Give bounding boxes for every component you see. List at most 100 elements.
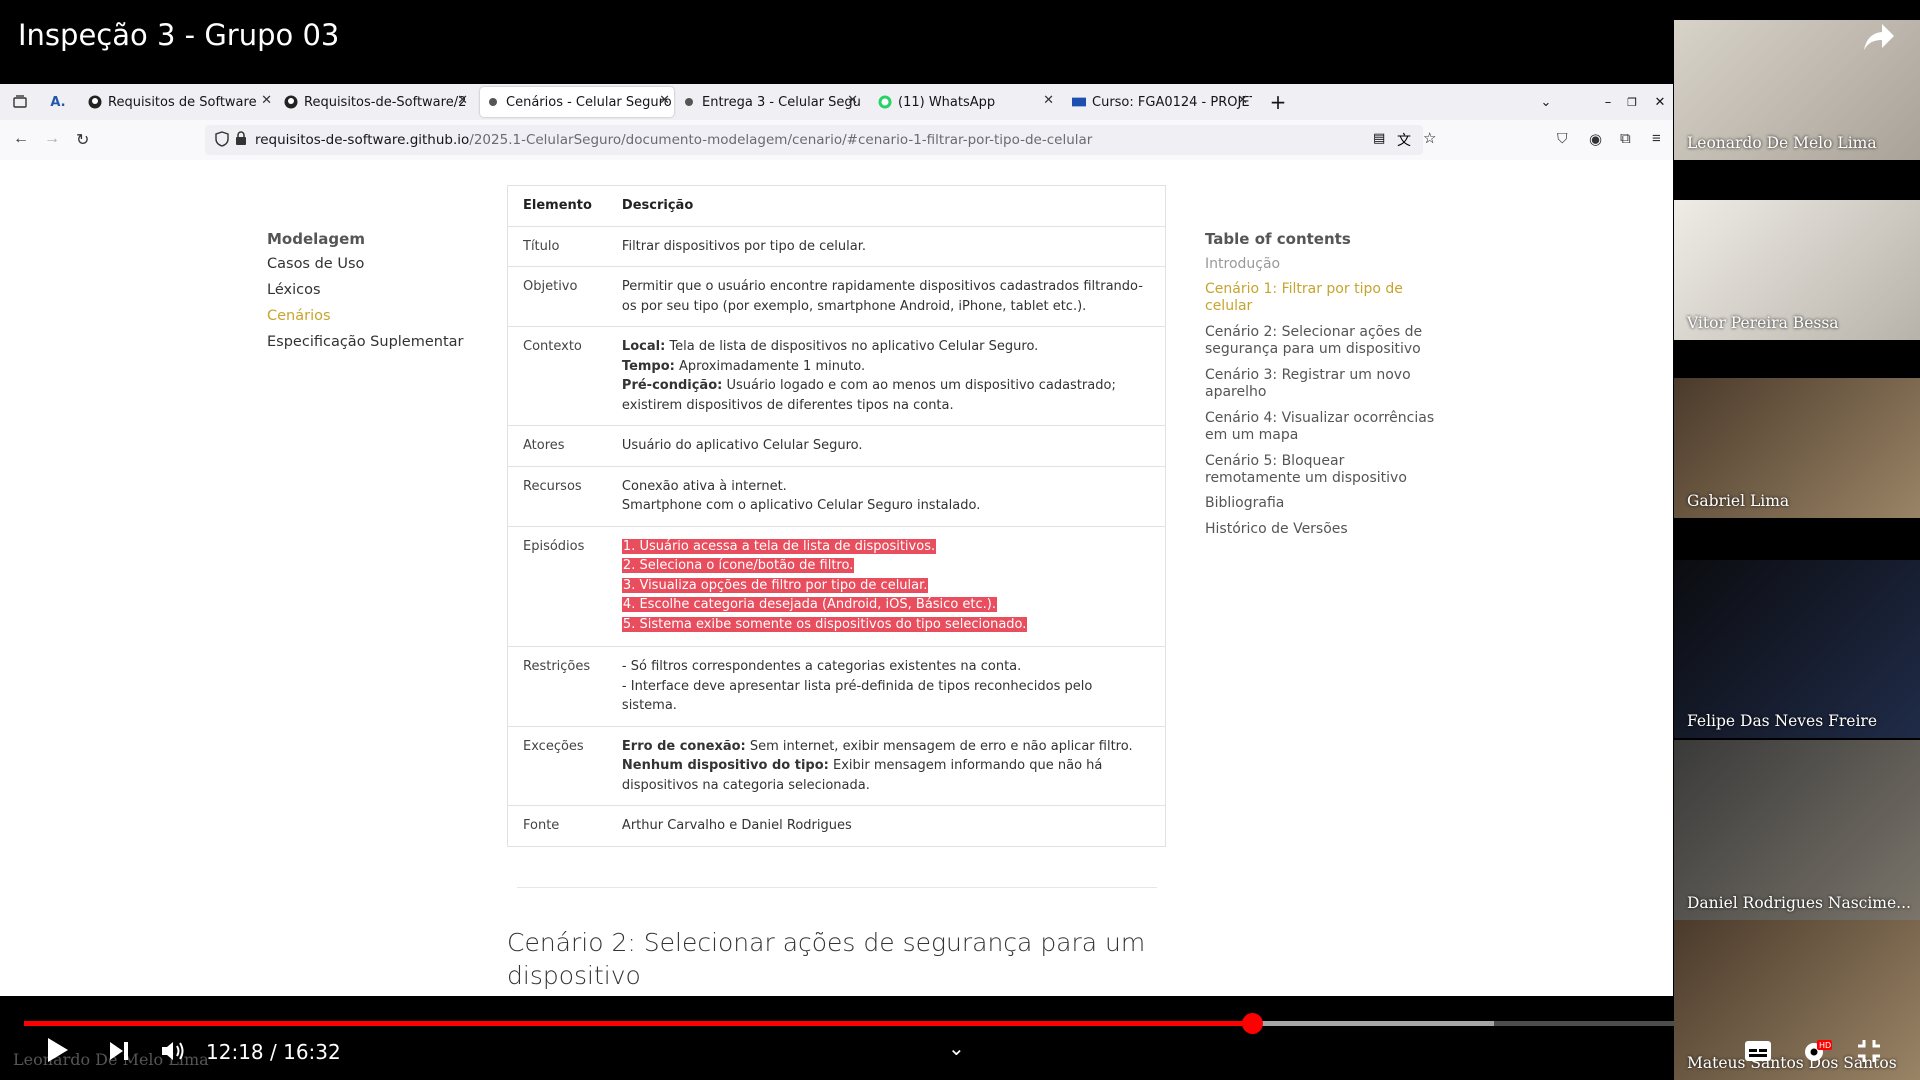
pinned-tab-icon[interactable]: A. xyxy=(44,87,72,117)
context-key: Local: xyxy=(621,339,666,354)
row-label: Título xyxy=(507,226,607,267)
close-icon[interactable]: ✕ xyxy=(261,93,272,108)
sidenav-item-casos-de-uso[interactable]: Casos de Uso xyxy=(267,256,364,272)
table-row: Recursos Conexão ativa à internet. Smart… xyxy=(507,466,1166,527)
tab-whatsapp[interactable]: (11) WhatsApp ✕ xyxy=(878,87,1058,117)
close-icon[interactable]: ✕ xyxy=(659,93,670,108)
row-value: Conexão ativa à internet. Smartphone com… xyxy=(606,466,1166,527)
tab-cenarios[interactable]: Cenários - Celular Seguro ✕ xyxy=(480,87,674,117)
tab-label: Entrega 3 - Celular Segur xyxy=(702,94,862,110)
toc-item-historico[interactable]: Histórico de Versões xyxy=(1205,521,1435,538)
tab-curso[interactable]: Curso: FGA0124 - PROJET ✕ xyxy=(1072,87,1252,117)
participant-name: Daniel Rodrigues Nascime... xyxy=(1687,894,1911,912)
episode-item: 5. Sistema exibe somente os dispositivos… xyxy=(621,616,1028,632)
context-key: Pré-condição: xyxy=(621,378,723,393)
minimize-icon[interactable]: – xyxy=(1600,87,1616,117)
row-label: Atores xyxy=(507,425,607,467)
row-label: Episódios xyxy=(507,526,607,647)
row-label: Objetivo xyxy=(507,266,607,327)
tab-entrega[interactable]: Entrega 3 - Celular Segur ✕ xyxy=(682,87,862,117)
table-row: Restrições - Só filtros correspondentes … xyxy=(507,646,1166,727)
toc-item-cenario-4[interactable]: Cenário 4: Visualizar ocorrências em um … xyxy=(1205,410,1435,444)
progress-scrubber[interactable] xyxy=(1242,1013,1263,1034)
resource-line: Smartphone com o aplicativo Celular Segu… xyxy=(621,498,981,513)
tab-list-chevron-icon[interactable]: ⌄ xyxy=(1536,87,1556,117)
tab-requisitos-repo[interactable]: Requisitos-de-Software/2 ✕ xyxy=(284,87,472,117)
table-row: Episódios 1. Usuário acessa a tela de li… xyxy=(507,526,1166,647)
participant-name: Gabriel Lima xyxy=(1687,492,1790,510)
restore-icon[interactable]: ❐ xyxy=(1624,87,1640,117)
url-host: requisitos-de-software.github.io xyxy=(255,132,470,148)
participant-tile: Mateus Santos Dos Santos xyxy=(1674,920,1920,1080)
settings-gear-icon[interactable]: HD xyxy=(1802,1038,1832,1070)
account-icon[interactable]: ◉ xyxy=(1589,130,1602,148)
row-label: Fonte xyxy=(507,805,607,847)
exception-key: Nenhum dispositivo do tipo: xyxy=(621,758,829,773)
tab-bar: A. Requisitos de Software ✕ Requisitos-d… xyxy=(0,84,1673,120)
toc-item-cenario-2[interactable]: Cenário 2: Selecionar ações de segurança… xyxy=(1205,324,1435,358)
table-row: Fonte Arthur Carvalho e Daniel Rodrigues xyxy=(507,805,1166,847)
exception-key: Erro de conexão: xyxy=(621,738,746,754)
reader-view-icon[interactable]: ▤ xyxy=(1373,131,1385,146)
row-label: Recursos xyxy=(507,466,607,527)
chevron-down-icon[interactable]: ⌄ xyxy=(948,1036,965,1061)
participant-tile: Vitor Pereira Bessa xyxy=(1674,200,1920,340)
page-icon xyxy=(682,95,696,109)
url-bar[interactable]: requisitos-de-software.github.io/2025.1-… xyxy=(205,125,1436,155)
episode-item: 1. Usuário acessa a tela de lista de dis… xyxy=(621,538,937,554)
toc-title: Table of contents xyxy=(1205,230,1351,248)
reload-icon[interactable]: ↻ xyxy=(76,130,89,150)
close-icon[interactable]: ✕ xyxy=(847,93,858,108)
back-arrow-icon[interactable]: ← xyxy=(13,130,29,148)
toc-item-cenario-5[interactable]: Cenário 5: Bloquear remotamente um dispo… xyxy=(1205,453,1435,487)
close-icon[interactable]: ✕ xyxy=(1043,93,1054,108)
toc-item-bibliografia[interactable]: Bibliografia xyxy=(1205,495,1435,512)
video-title: Inspeção 3 - Grupo 03 xyxy=(18,18,340,52)
svg-text:HD: HD xyxy=(1819,1041,1831,1050)
sidenav-item-especificacao[interactable]: Especificação Suplementar xyxy=(267,334,464,350)
context-value: Aproximadamente 1 minuto. xyxy=(674,358,866,374)
row-label: Contexto xyxy=(507,326,607,426)
sidenav-item-lexicos[interactable]: Léxicos xyxy=(267,282,321,298)
forward-arrow-icon[interactable]: → xyxy=(44,130,60,148)
close-icon[interactable]: ✕ xyxy=(1237,93,1248,108)
menu-icon[interactable]: ≡ xyxy=(1652,130,1661,147)
tab-overview-icon[interactable] xyxy=(8,87,32,117)
episode-item: 3. Visualiza opções de filtro por tipo d… xyxy=(621,577,929,593)
row-value: Erro de conexão: Sem internet, exibir me… xyxy=(606,726,1166,806)
column-header: Descrição xyxy=(606,185,1166,227)
exit-fullscreen-icon[interactable] xyxy=(1856,1038,1882,1070)
bookmark-star-icon[interactable]: ☆ xyxy=(1423,129,1436,147)
share-arrow-icon[interactable] xyxy=(1862,22,1900,54)
row-value: Permitir que o usuário encontre rapidame… xyxy=(606,266,1166,327)
extensions-icon[interactable]: ⧉ xyxy=(1620,130,1631,147)
subtitles-icon[interactable] xyxy=(1744,1040,1772,1068)
translate-icon[interactable]: 文 xyxy=(1397,130,1411,150)
row-value: Arthur Carvalho e Daniel Rodrigues xyxy=(606,805,1166,847)
resource-line: Conexão ativa à internet. xyxy=(621,478,787,494)
participant-tile: Felipe Das Neves Freire xyxy=(1674,560,1920,738)
progress-played xyxy=(24,1021,1252,1026)
volume-icon[interactable] xyxy=(160,1039,186,1068)
column-header: Elemento xyxy=(507,185,607,227)
play-icon[interactable] xyxy=(46,1036,70,1069)
next-icon[interactable] xyxy=(108,1040,130,1067)
table-row: Atores Usuário do aplicativo Celular Seg… xyxy=(507,425,1166,467)
participant-name: Leonardo De Melo Lima xyxy=(1687,134,1877,152)
toc-item-cenario-1[interactable]: Cenário 1: Filtrar por tipo de celular xyxy=(1205,281,1435,315)
new-tab-plus-icon[interactable]: + xyxy=(1268,87,1288,117)
toc-item-introducao[interactable]: Introdução xyxy=(1205,256,1435,273)
tab-requisitos[interactable]: Requisitos de Software ✕ xyxy=(88,87,276,117)
close-icon[interactable]: ✕ xyxy=(457,93,468,108)
table-row: Exceções Erro de conexão: Sem internet, … xyxy=(507,726,1166,806)
pocket-icon[interactable]: ⛉ xyxy=(1557,130,1568,147)
browser-window: A. Requisitos de Software ✕ Requisitos-d… xyxy=(0,84,1673,996)
tab-label: Curso: FGA0124 - PROJET xyxy=(1092,94,1252,110)
row-value: Local: Tela de lista de dispositivos no … xyxy=(606,326,1166,426)
sidenav-item-cenarios[interactable]: Cenários xyxy=(267,308,331,324)
toc-item-cenario-3[interactable]: Cenário 3: Registrar um novo aparelho xyxy=(1205,367,1435,401)
window-close-icon[interactable]: ✕ xyxy=(1652,87,1668,117)
episode-item: 4. Escolhe categoria desejada (Android, … xyxy=(621,597,997,612)
restriction-line: - Só filtros correspondentes a categoria… xyxy=(621,659,1022,674)
participant-name: Felipe Das Neves Freire xyxy=(1687,712,1877,730)
